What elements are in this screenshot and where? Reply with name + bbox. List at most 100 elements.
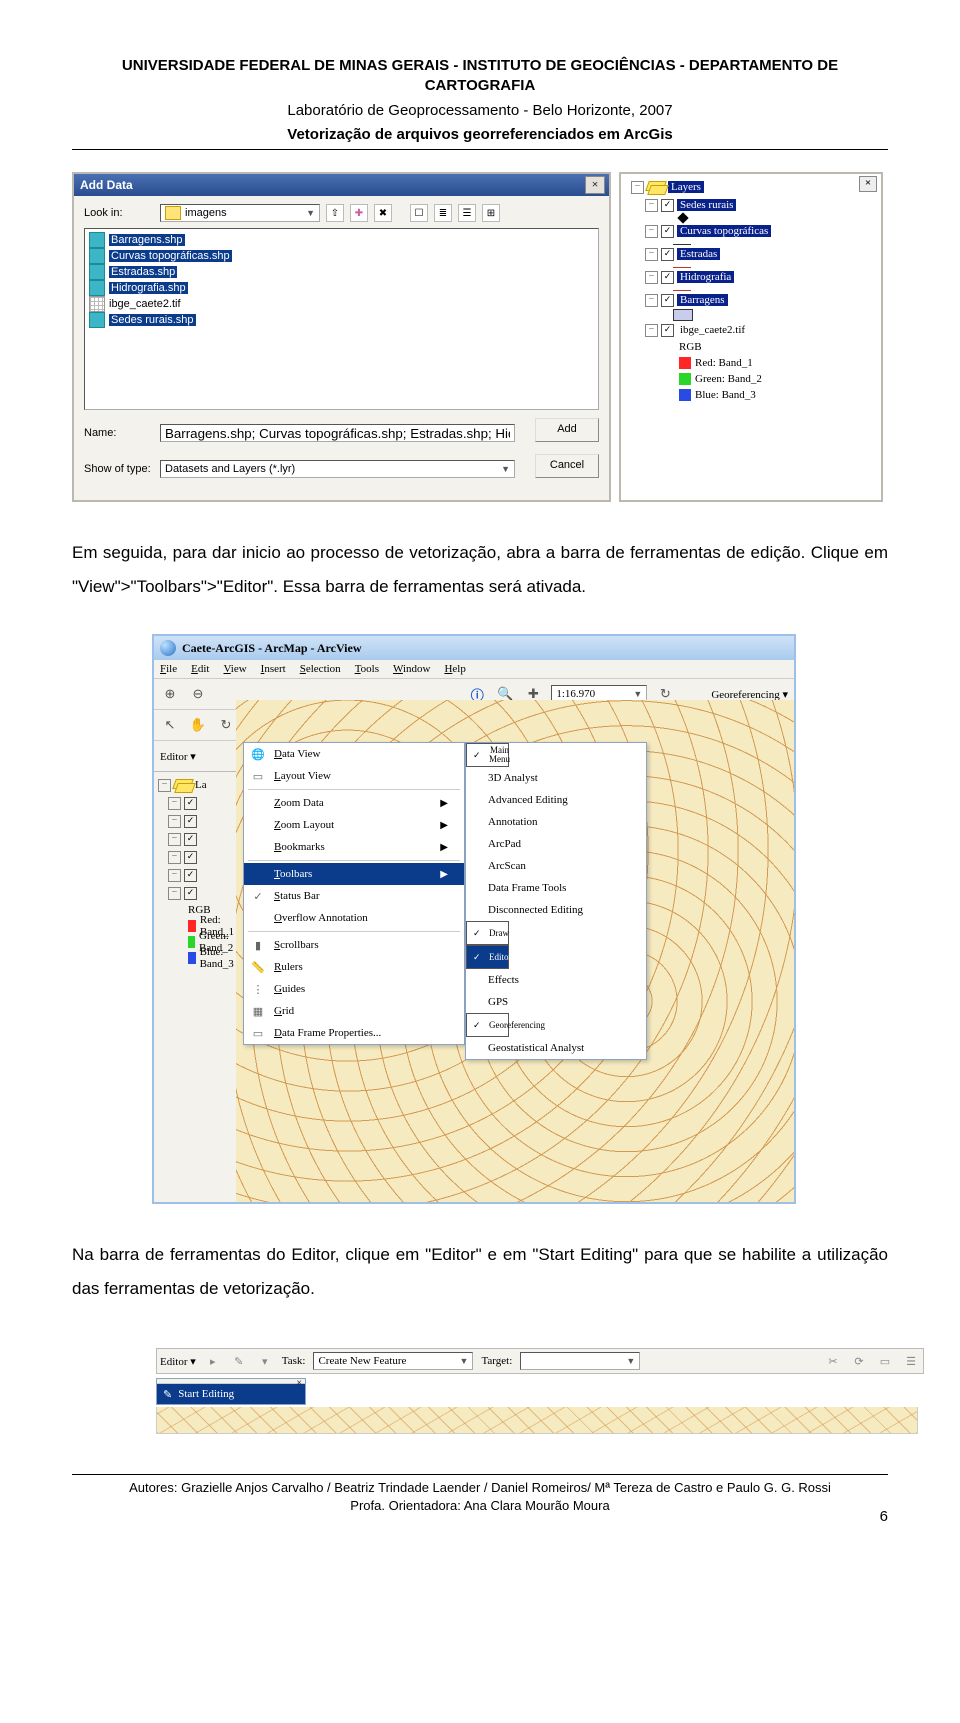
task-combo[interactable]: Create New Feature▼ xyxy=(313,1352,473,1370)
layer-checkbox[interactable]: ✓ xyxy=(661,324,674,337)
toolbars-menu-item[interactable]: Draw xyxy=(466,921,509,945)
georef-dropdown[interactable]: Georeferencing ▾ xyxy=(711,688,788,701)
toc-root[interactable]: Layers xyxy=(668,181,704,193)
layer-checkbox[interactable]: ✓ xyxy=(661,225,674,238)
split-icon[interactable]: ✂ xyxy=(824,1352,842,1370)
view-menu-item[interactable]: ▭Layout View xyxy=(244,765,464,787)
rotate-icon[interactable]: ↻ xyxy=(216,715,236,735)
rotate-icon[interactable]: ⟳ xyxy=(850,1352,868,1370)
collapse-icon[interactable]: − xyxy=(645,294,658,307)
view-menu-item[interactable]: Zoom Layout▶ xyxy=(244,814,464,836)
menu-tools[interactable]: Tools xyxy=(355,663,379,675)
toc-layer[interactable]: Barragens xyxy=(677,294,728,306)
layer-checkbox[interactable]: ✓ xyxy=(661,271,674,284)
toolbars-menu-item[interactable]: GPS xyxy=(466,991,646,1013)
toolbars-menu-item[interactable]: Main Menu xyxy=(466,743,509,767)
menu-window[interactable]: Window xyxy=(393,663,430,675)
type-combo[interactable]: Datasets and Layers (*.lyr) ▼ xyxy=(160,460,515,478)
toolbars-menu-item[interactable]: Editor xyxy=(466,945,509,969)
attributes-icon[interactable]: ▭ xyxy=(876,1352,894,1370)
pan-icon[interactable]: ✋ xyxy=(188,715,208,735)
toolbars-submenu[interactable]: Main Menu3D AnalystAdvanced EditingAnnot… xyxy=(465,742,647,1060)
collapse-icon[interactable]: − xyxy=(645,225,658,238)
file-item[interactable]: Estradas.shp xyxy=(89,264,594,280)
menu-file[interactable]: File xyxy=(160,663,177,675)
file-item[interactable]: ibge_caete2.tif xyxy=(89,296,594,312)
toolbars-menu-item[interactable]: ArcScan xyxy=(466,855,646,877)
view-thumbs-icon[interactable]: ⊞ xyxy=(482,204,500,222)
lookin-combo[interactable]: imagens ▼ xyxy=(160,204,320,222)
file-item[interactable]: Barragens.shp xyxy=(89,232,594,248)
view-menu-item[interactable]: ✓Status Bar xyxy=(244,885,464,907)
collapse-icon[interactable]: − xyxy=(645,248,658,261)
name-field[interactable] xyxy=(160,424,515,442)
editor-menu[interactable]: × ✎ Start Editing xyxy=(156,1378,306,1405)
toolbars-menu-item[interactable]: ArcPad xyxy=(466,833,646,855)
toolbars-menu-item[interactable]: Disconnected Editing xyxy=(466,899,646,921)
toolbars-menu-item[interactable]: 3D Analyst xyxy=(466,767,646,789)
sketch-dropdown-icon[interactable]: ▾ xyxy=(256,1352,274,1370)
view-list-icon[interactable]: ≣ xyxy=(434,204,452,222)
arcmap-menubar[interactable]: File Edit View Insert Selection Tools Window He… xyxy=(154,660,794,679)
view-menu-item[interactable]: Overflow Annotation xyxy=(244,907,464,929)
close-icon[interactable]: × xyxy=(859,176,877,192)
file-item[interactable]: Curvas topográficas.shp xyxy=(89,248,594,264)
view-large-icon[interactable]: ☐ xyxy=(410,204,428,222)
toolbars-menu-item[interactable]: Geostatistical Analyst xyxy=(466,1037,646,1059)
toc-layer[interactable]: Estradas xyxy=(677,248,720,260)
close-icon[interactable]: × xyxy=(585,176,605,194)
toc-layer[interactable]: Sedes rurais xyxy=(677,199,736,211)
collapse-icon[interactable]: − xyxy=(631,181,644,194)
toc-layer[interactable]: Curvas topográficas xyxy=(677,225,771,237)
editor-dropdown[interactable]: Editor ▾ xyxy=(160,750,196,763)
sketch-props-icon[interactable]: ☰ xyxy=(902,1352,920,1370)
menu-help[interactable]: Help xyxy=(444,663,465,675)
view-menu-item[interactable]: Zoom Data▶ xyxy=(244,792,464,814)
view-menu-item[interactable]: ▭Data Frame Properties... xyxy=(244,1022,464,1044)
menu-edit[interactable]: Edit xyxy=(191,663,209,675)
file-item[interactable]: Hidrografia.shp xyxy=(89,280,594,296)
pointer-icon[interactable]: ▸ xyxy=(204,1352,222,1370)
add-button[interactable]: Add xyxy=(535,418,599,442)
pointer-icon[interactable]: ↖ xyxy=(160,715,180,735)
toolbars-menu-item[interactable]: Annotation xyxy=(466,811,646,833)
target-combo[interactable]: ▼ xyxy=(520,1352,640,1370)
up-folder-icon[interactable]: ⇧ xyxy=(326,204,344,222)
view-menu-item[interactable]: ▮Scrollbars xyxy=(244,934,464,956)
view-menu-item[interactable]: ⋮Guides xyxy=(244,978,464,1000)
toolbars-menu-item[interactable]: Data Frame Tools xyxy=(466,877,646,899)
view-details-icon[interactable]: ☰ xyxy=(458,204,476,222)
sketch-icon[interactable]: ✎ xyxy=(230,1352,248,1370)
close-icon[interactable]: × xyxy=(296,1378,302,1389)
collapse-icon[interactable]: − xyxy=(645,324,658,337)
zoom-out-icon[interactable]: ⊖ xyxy=(188,684,208,704)
layer-checkbox[interactable]: ✓ xyxy=(661,294,674,307)
menu-selection[interactable]: Selection xyxy=(300,663,341,675)
connect-folder-icon[interactable]: ✚ xyxy=(350,204,368,222)
view-menu-item[interactable]: 🌐Data View xyxy=(244,743,464,765)
file-list[interactable]: Barragens.shpCurvas topográficas.shpEstr… xyxy=(84,228,599,410)
menu-insert[interactable]: Insert xyxy=(261,663,286,675)
menu-view[interactable]: View xyxy=(223,663,246,675)
view-menu-item[interactable]: Toolbars▶ xyxy=(244,863,464,885)
editor-dropdown[interactable]: Editor ▾ xyxy=(160,1355,196,1368)
view-menu-item[interactable]: ▦Grid xyxy=(244,1000,464,1022)
view-menu-item[interactable]: 📏Rulers xyxy=(244,956,464,978)
toolbars-menu-item[interactable]: Georeferencing xyxy=(466,1013,509,1037)
collapse-icon[interactable]: − xyxy=(645,271,658,284)
layer-checkbox[interactable]: ✓ xyxy=(661,199,674,212)
disconnect-folder-icon[interactable]: ✖ xyxy=(374,204,392,222)
layer-checkbox[interactable]: ✓ xyxy=(661,248,674,261)
toolbars-menu-item[interactable]: Advanced Editing xyxy=(466,789,646,811)
view-menu-item[interactable]: Bookmarks▶ xyxy=(244,836,464,858)
view-menu[interactable]: 🌐Data View▭Layout View Zoom Data▶Zoom Lay… xyxy=(243,742,465,1045)
cancel-button[interactable]: Cancel xyxy=(535,454,599,478)
menu-item-label: Bookmarks xyxy=(274,841,325,853)
toc-raster[interactable]: ibge_caete2.tif xyxy=(677,324,748,336)
zoom-in-icon[interactable]: ⊕ xyxy=(160,684,180,704)
toolbars-menu-item[interactable]: Effects xyxy=(466,969,646,991)
file-item[interactable]: Sedes rurais.shp xyxy=(89,312,594,328)
collapse-icon[interactable]: − xyxy=(645,199,658,212)
toc-layer[interactable]: Hidrografia xyxy=(677,271,734,283)
start-editing-item[interactable]: Start Editing xyxy=(178,1388,234,1400)
